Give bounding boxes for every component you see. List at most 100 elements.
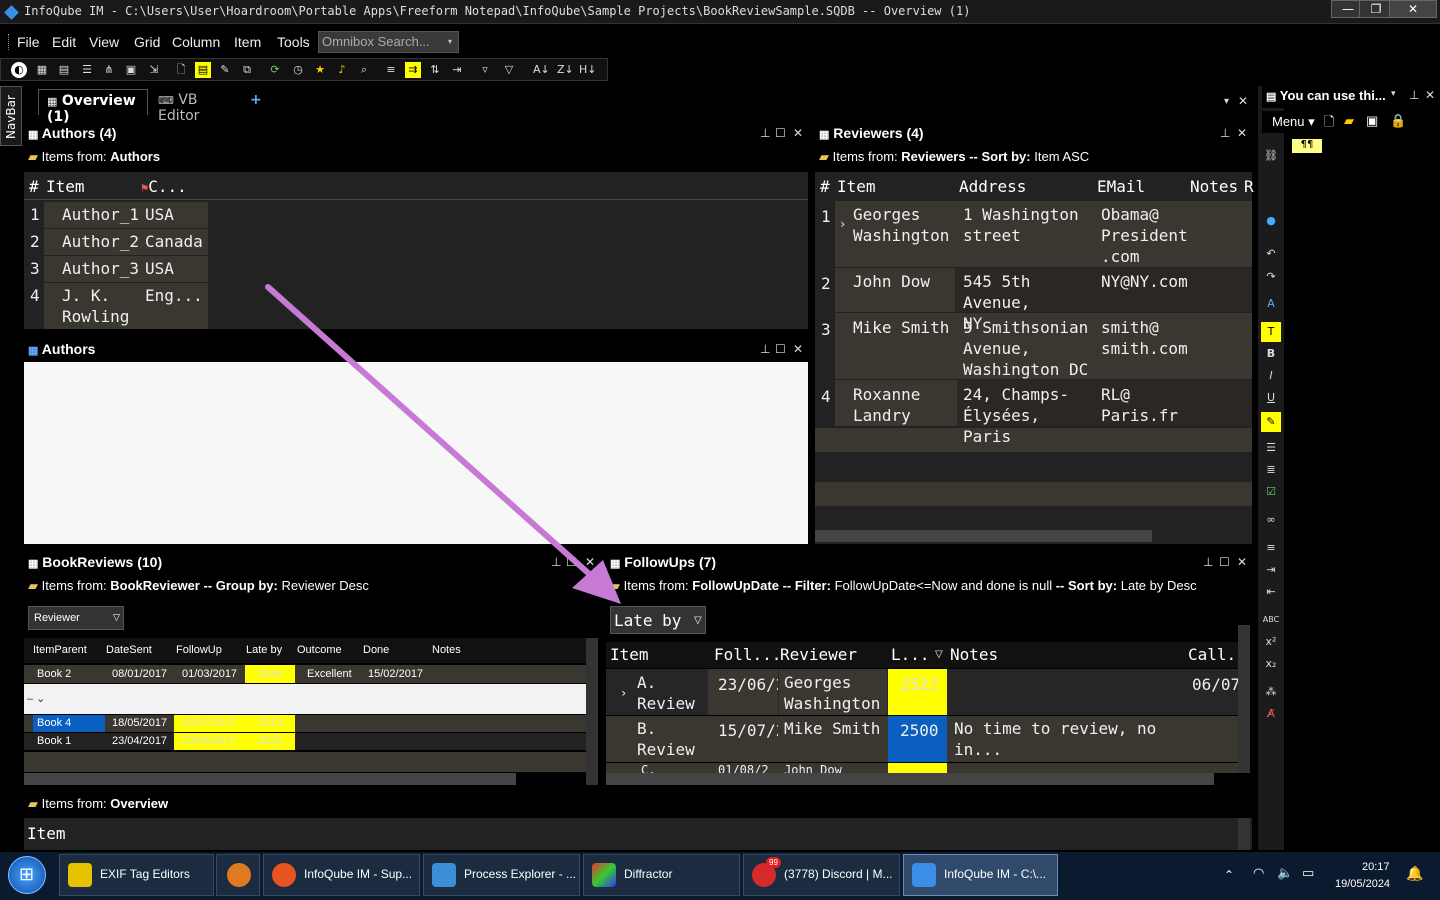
col-r[interactable]: R [1244,177,1254,196]
checkbox-icon[interactable]: ☑ [1261,482,1281,502]
close-pane-icon[interactable]: ✕ [793,342,803,356]
datesent-cell[interactable]: 08/01/2017 [112,668,167,680]
col-item[interactable]: Item [27,824,66,843]
maximize-pane-icon[interactable]: ☐ [1219,555,1230,569]
tab-overview[interactable]: ▦ Overview (1) [38,89,148,125]
menu-tools[interactable]: Tools [277,34,310,50]
paragraph-marks-icon[interactable]: ¶¶ [1292,139,1322,153]
menu-column[interactable]: Column [172,34,220,50]
tab-vb-editor[interactable]: ⌨ VB Editor [150,89,242,124]
clock-time[interactable]: 20:17 [1362,861,1390,873]
filter-list-icon[interactable]: ▿ [477,62,493,78]
country-cell[interactable]: USA [145,204,174,225]
add-tab-button[interactable]: + [242,89,270,115]
align-icon[interactable]: ≡ [383,62,399,78]
maximize-pane-icon[interactable]: ☐ [566,555,577,569]
country-cell[interactable]: Eng... [145,285,203,306]
group-by-reviewer-chip[interactable]: Reviewer ▽ [28,606,124,630]
save-icon[interactable]: ▣ [1366,113,1378,129]
superscript-icon[interactable]: x² [1261,632,1281,652]
maximize-pane-icon[interactable]: ☐ [775,126,786,140]
lock-icon[interactable]: 🔒 [1390,113,1406,129]
document-icon[interactable]: 🗋 [173,62,189,78]
item-cell[interactable]: Author_2 [62,231,139,252]
parent-cell[interactable]: Book 4 [37,717,71,729]
item-cell[interactable]: J. K. Rowling [62,285,142,327]
col-address[interactable]: Address [959,177,1026,196]
notes-icon[interactable]: ▤ [195,62,211,78]
lateby-cell[interactable]: 2513 [258,717,282,729]
screen-icon[interactable]: ▣ [123,62,139,78]
email-cell[interactable]: Obama@ President .com [1101,204,1191,267]
taskbar-infoqube-sup[interactable]: InfoQube IM - Sup... [263,854,420,896]
menu-view[interactable]: View [89,34,119,50]
vertical-scrollbar[interactable] [1238,625,1250,773]
datesent-cell[interactable]: 18/05/2017 [112,717,167,729]
table-row[interactable] [24,733,586,750]
menu-file[interactable]: File [17,34,40,50]
omnibox-dropdown-icon[interactable]: ▾ [448,37,452,46]
collapse-chevron-icon[interactable]: – ⌄ [27,692,45,705]
bullet-list-icon[interactable]: ☰ [1261,438,1281,458]
volume-icon[interactable]: 🔈 [1277,866,1293,881]
grid-icon[interactable]: ▤ [56,62,72,78]
sort-az-icon[interactable]: A↓ [533,62,550,78]
text-icon[interactable]: T [1261,322,1281,342]
table-row[interactable] [24,715,586,732]
authors-detail-pane[interactable] [24,362,808,544]
font-color-icon[interactable]: A [1261,294,1281,314]
sort-desc-icon[interactable]: ▽ [935,649,943,660]
col-notes[interactable]: Notes [1190,177,1238,196]
clock-icon[interactable]: ◷ [290,62,306,78]
col-country[interactable]: ⚑C... [141,177,187,196]
hierarchy-icon[interactable]: ⇉ [405,62,421,78]
parent-cell[interactable]: Book 2 [37,668,71,680]
close-pane-icon[interactable]: ✕ [1237,126,1247,140]
lateby-cell[interactable]: 2636 [258,668,282,680]
horizontal-scrollbar[interactable] [24,773,516,785]
pin-icon[interactable]: ⊥ [1409,88,1419,102]
close-pane-icon[interactable]: ✕ [1237,555,1247,569]
pin-icon[interactable]: ⊥ [760,126,770,140]
col-item[interactable]: Item [837,177,876,196]
clear-format-icon[interactable]: A̸ [1261,704,1281,724]
new-doc-icon[interactable]: 🗋 [1324,113,1334,135]
done-cell[interactable]: 15/02/2017 [368,668,423,680]
followup-cell[interactable]: 15/07/2 [718,720,778,741]
col-reviewer[interactable]: Reviewer [780,645,857,664]
start-button[interactable]: ⊞ [8,856,46,894]
maximize-pane-icon[interactable]: ☐ [775,342,786,356]
close-tab-icon[interactable]: ✕ [1238,94,1248,108]
datesent-cell[interactable]: 23/04/2017 [112,735,167,747]
menu-edit[interactable]: Edit [52,34,76,50]
star-icon[interactable]: ★ [312,62,328,78]
menu-grid[interactable]: Grid [134,34,160,50]
properties-icon[interactable]: ⧉ [239,62,255,78]
maximize-button[interactable]: ❐ [1359,0,1393,18]
subscript-icon[interactable]: x₂ [1261,654,1281,674]
omnibox-search-input[interactable]: Omnibox Search... [318,31,459,53]
pin-icon[interactable]: ⊥ [551,555,561,569]
taskbar-process-explorer[interactable]: Process Explorer - ... [423,854,580,896]
lateby-cell[interactable]: 2500 [900,720,939,741]
battery-icon[interactable]: ▭ [1302,866,1314,881]
list-icon[interactable]: ☰ [79,62,95,78]
item-cell[interactable]: Roxanne Landry [853,384,953,426]
col-followup[interactable]: FollowUp [176,644,222,656]
filter-icon[interactable]: ▽ [501,62,517,78]
right-panel-body[interactable]: ¶¶ [1286,135,1440,850]
calendar-icon[interactable]: ▦ [34,62,50,78]
indent-icon[interactable]: ⇥ [1261,560,1281,580]
bold-icon[interactable]: B [1261,344,1281,364]
email-cell[interactable]: smith@ smith.com [1101,317,1191,359]
spellcheck-icon[interactable]: ABC [1261,610,1281,630]
menu-item[interactable]: Item [234,34,261,50]
filter-icon[interactable]: ▽ [113,612,120,623]
col-followup[interactable]: Foll... [714,645,781,664]
country-cell[interactable]: USA [145,258,174,279]
undo-icon[interactable]: ↶ [1261,244,1281,264]
vertical-scrollbar[interactable] [586,638,598,785]
address-cell[interactable]: 9 Smithsonian Avenue, Washington DC [963,317,1095,380]
lateby-cell[interactable]: 2522 [258,735,282,747]
item-cell[interactable]: John Dow [853,271,953,292]
